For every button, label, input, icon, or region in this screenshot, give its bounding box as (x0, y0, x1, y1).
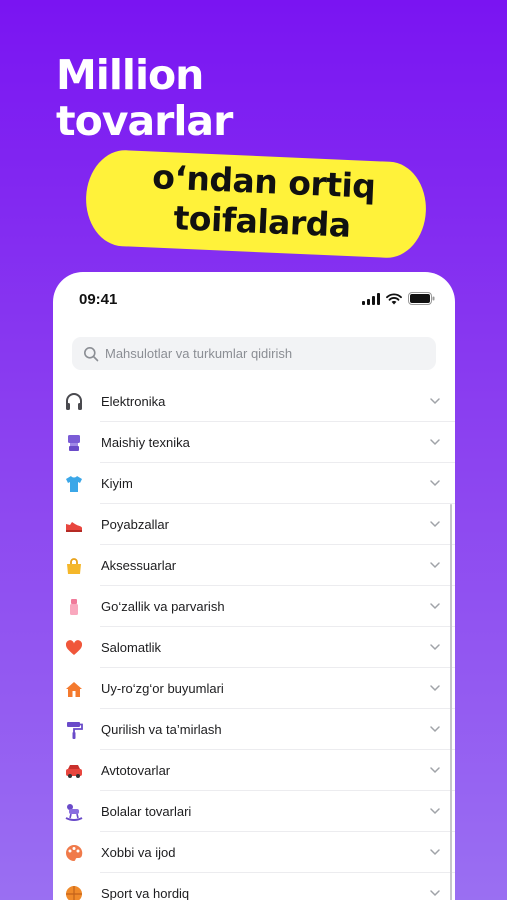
category-row-maishiy-texnika[interactable]: Maishiy texnika (53, 422, 455, 463)
category-label: Sport va hordiq (101, 886, 190, 900)
appliance-icon (68, 435, 80, 451)
chevron-down-icon (430, 685, 440, 692)
chevron-down-icon (430, 398, 440, 405)
palette-icon (66, 844, 83, 861)
category-row-avtotovarlar[interactable]: Avtotovarlar (53, 750, 455, 791)
category-row-salomatlik[interactable]: Salomatlik (53, 627, 455, 668)
search-icon (84, 346, 99, 361)
rocking-horse-icon (65, 804, 83, 821)
sticker-text: o‘ndan ortiq toifalarda (116, 156, 409, 249)
category-label: Xobbi va ijod (101, 845, 176, 860)
hero-title: Million tovarlar (56, 51, 233, 145)
tshirt-icon (66, 476, 82, 492)
sneaker-icon (66, 522, 82, 532)
chevron-down-icon (430, 767, 440, 774)
hero-title-line-2: tovarlar (56, 97, 233, 145)
status-icons (362, 292, 435, 305)
category-row-poyabzallar[interactable]: Poyabzallar (53, 504, 455, 545)
chevron-down-icon (430, 439, 440, 446)
category-label: Elektronika (101, 394, 166, 409)
category-row-kiyim[interactable]: Kiyim (53, 463, 455, 504)
paint-roller-icon (67, 722, 83, 739)
heart-icon (65, 640, 83, 655)
category-row-sport[interactable]: Sport va hordiq (53, 873, 455, 900)
chevron-down-icon (430, 480, 440, 487)
chevron-down-icon (430, 603, 440, 610)
scrollbar[interactable] (449, 504, 452, 900)
category-label: Kiyim (101, 476, 133, 491)
category-label: Bolalar tovarlari (101, 804, 192, 819)
search-input[interactable] (105, 346, 425, 361)
chevron-down-icon (430, 562, 440, 569)
category-label: Maishiy texnika (101, 435, 190, 450)
category-row-qurilish[interactable]: Qurilish va ta’mirlash (53, 709, 455, 750)
category-label: Uy-ro‘zg‘or buyumlari (101, 681, 224, 696)
chevron-down-icon (430, 521, 440, 528)
category-row-elektronika[interactable]: Elektronika (53, 381, 455, 422)
cosmetics-icon (70, 599, 78, 615)
category-label: Aksessuarlar (101, 558, 177, 573)
search-bar[interactable] (72, 337, 436, 370)
category-row-xobbi[interactable]: Xobbi va ijod (53, 832, 455, 873)
category-label: Salomatlik (101, 640, 161, 655)
category-label: Poyabzallar (101, 517, 169, 532)
hero-title-line-1: Million (56, 51, 204, 99)
phone-screen: 09:41 Mahsulotlar va turkumlar qidirish … (53, 272, 455, 900)
category-row-bolalar[interactable]: Bolalar tovarlari (53, 791, 455, 832)
category-label: Avtotovarlar (101, 763, 171, 778)
headphones-icon (66, 393, 82, 410)
chevron-down-icon (430, 808, 440, 815)
chevron-down-icon (430, 644, 440, 651)
chevron-down-icon (430, 890, 440, 897)
chevron-down-icon (430, 726, 440, 733)
signal-icon (362, 292, 380, 305)
wifi-icon (386, 292, 402, 304)
chevron-down-icon (430, 849, 440, 856)
category-row-uy-rozgor[interactable]: Uy-ro‘zg‘or buyumlari (53, 668, 455, 709)
status-time: 09:41 (79, 291, 118, 308)
house-icon (66, 682, 82, 697)
category-row-gozallik[interactable]: Go‘zallik va parvarish (53, 586, 455, 627)
battery-icon (408, 292, 435, 305)
category-list: Elektronika Maishiy texnika Kiyim Poyabz… (53, 381, 455, 900)
category-row-aksessuarlar[interactable]: Aksessuarlar (53, 545, 455, 586)
handbag-icon (67, 558, 81, 574)
ball-icon (66, 886, 82, 900)
status-bar: 09:41 (53, 272, 455, 326)
car-icon (66, 765, 82, 778)
category-label: Go‘zallik va parvarish (101, 599, 225, 614)
category-label: Qurilish va ta’mirlash (101, 722, 222, 737)
